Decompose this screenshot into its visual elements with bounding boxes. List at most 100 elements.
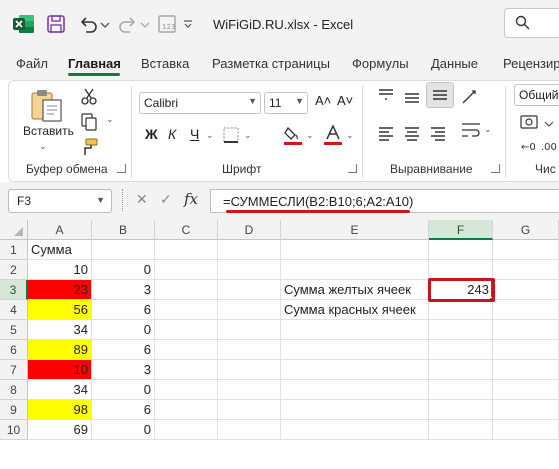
cell-d3[interactable]	[218, 280, 281, 300]
cell-a3[interactable]: 23	[28, 280, 92, 300]
row-header[interactable]: 10	[0, 420, 28, 440]
cell-f8[interactable]	[429, 380, 493, 400]
format-painter-icon[interactable]	[80, 138, 98, 156]
grow-font-button[interactable]: A˄	[315, 93, 331, 108]
cell-b9[interactable]: 6	[92, 400, 155, 420]
save-icon[interactable]	[46, 14, 66, 34]
row-header[interactable]: 9	[0, 400, 28, 420]
wrap-dropdown-icon[interactable]: ⌄	[484, 124, 492, 135]
tab-home[interactable]: Главная	[68, 56, 121, 71]
row-header[interactable]: 4	[0, 300, 28, 320]
tab-data[interactable]: Данные	[431, 56, 478, 71]
undo-dropdown-icon[interactable]	[100, 14, 110, 34]
fill-color-dropdown-icon[interactable]: ⌄	[306, 130, 314, 141]
font-launcher-icon[interactable]	[348, 164, 357, 173]
cell-f6[interactable]	[429, 340, 493, 360]
number-format-select[interactable]: Общий	[514, 84, 559, 106]
cancel-icon[interactable]: ✕	[136, 191, 148, 208]
cell-c9[interactable]	[155, 400, 218, 420]
cell-c1[interactable]	[155, 240, 218, 260]
number-format-icon[interactable]: 123	[158, 14, 176, 34]
font-color-dropdown-icon[interactable]: ⌄	[346, 130, 354, 141]
cell-g3[interactable]	[493, 280, 559, 300]
cell-d9[interactable]	[218, 400, 281, 420]
column-header-f[interactable]: F	[429, 220, 493, 240]
cell-d5[interactable]	[218, 320, 281, 340]
tab-file[interactable]: Файл	[16, 56, 48, 71]
paste-dropdown-icon[interactable]: ⌄	[39, 141, 47, 152]
cell-f9[interactable]	[429, 400, 493, 420]
cell-b8[interactable]: 0	[92, 380, 155, 400]
cell-d1[interactable]	[218, 240, 281, 260]
cell-g7[interactable]	[493, 360, 559, 380]
borders-icon[interactable]	[222, 126, 240, 144]
cell-a7[interactable]: 10	[28, 360, 92, 380]
cell-b10[interactable]: 0	[92, 420, 155, 440]
wrap-text-icon[interactable]	[460, 120, 482, 140]
search-box[interactable]	[504, 8, 559, 38]
alignment-launcher-icon[interactable]	[491, 164, 500, 173]
column-header-a[interactable]: A	[28, 220, 92, 240]
font-color-icon[interactable]	[323, 124, 343, 146]
cell-a5[interactable]: 34	[28, 320, 92, 340]
font-family-select[interactable]: Calibri ▼	[139, 92, 261, 114]
tab-page-layout[interactable]: Разметка страницы	[212, 56, 330, 71]
cell-d8[interactable]	[218, 380, 281, 400]
cell-g1[interactable]	[493, 240, 559, 260]
cell-f4[interactable]	[429, 300, 493, 320]
cell-e7[interactable]	[281, 360, 429, 380]
row-header[interactable]: 3	[0, 280, 28, 300]
column-header-c[interactable]: C	[155, 220, 218, 240]
cell-d4[interactable]	[218, 300, 281, 320]
cell-b7[interactable]: 3	[92, 360, 155, 380]
cell-a1[interactable]: Сумма	[28, 240, 92, 260]
underline-button[interactable]: Ч	[190, 126, 199, 142]
row-header[interactable]: 2	[0, 260, 28, 280]
paste-label[interactable]: Вставить	[23, 124, 74, 138]
cell-e5[interactable]	[281, 320, 429, 340]
orientation-icon[interactable]	[460, 88, 480, 106]
font-size-select[interactable]: 11 ▼	[264, 92, 308, 114]
redo-dropdown-icon[interactable]	[140, 14, 150, 34]
column-header-d[interactable]: D	[218, 220, 281, 240]
copy-icon[interactable]	[80, 113, 98, 131]
row-header[interactable]: 5	[0, 320, 28, 340]
undo-icon[interactable]	[78, 14, 98, 34]
row-header[interactable]: 1	[0, 240, 28, 260]
copy-dropdown-icon[interactable]: ⌄	[106, 114, 114, 125]
cell-g9[interactable]	[493, 400, 559, 420]
customize-toolbar-icon[interactable]	[182, 14, 194, 34]
cell-b1[interactable]	[92, 240, 155, 260]
cell-g10[interactable]	[493, 420, 559, 440]
row-header[interactable]: 8	[0, 380, 28, 400]
cell-c3[interactable]	[155, 280, 218, 300]
tab-insert[interactable]: Вставка	[141, 56, 189, 71]
column-header-e[interactable]: E	[281, 220, 429, 240]
underline-dropdown-icon[interactable]: ⌄	[206, 130, 214, 141]
clipboard-launcher-icon[interactable]	[117, 164, 126, 173]
shrink-font-button[interactable]: A˅	[337, 93, 353, 108]
tab-formulas[interactable]: Формулы	[352, 56, 409, 71]
cell-e8[interactable]	[281, 380, 429, 400]
cell-c4[interactable]	[155, 300, 218, 320]
cell-f7[interactable]	[429, 360, 493, 380]
formula-bar-grip[interactable]	[122, 189, 125, 211]
cell-e3[interactable]: Сумма желтых ячеек	[281, 280, 429, 300]
name-box[interactable]: F3 ▼	[8, 189, 112, 213]
bold-button[interactable]: Ж	[145, 126, 158, 142]
enter-icon[interactable]: ✓	[160, 191, 172, 208]
cell-b5[interactable]: 0	[92, 320, 155, 340]
cell-a6[interactable]: 89	[28, 340, 92, 360]
row-header[interactable]: 6	[0, 340, 28, 360]
cell-d2[interactable]	[218, 260, 281, 280]
column-header-g[interactable]: G	[493, 220, 559, 240]
cell-d10[interactable]	[218, 420, 281, 440]
cell-g5[interactable]	[493, 320, 559, 340]
cell-e1[interactable]	[281, 240, 429, 260]
cell-e10[interactable]	[281, 420, 429, 440]
paste-icon[interactable]	[28, 88, 64, 122]
cut-icon[interactable]	[80, 88, 98, 106]
cell-g6[interactable]	[493, 340, 559, 360]
cell-e6[interactable]	[281, 340, 429, 360]
row-header[interactable]: 7	[0, 360, 28, 380]
